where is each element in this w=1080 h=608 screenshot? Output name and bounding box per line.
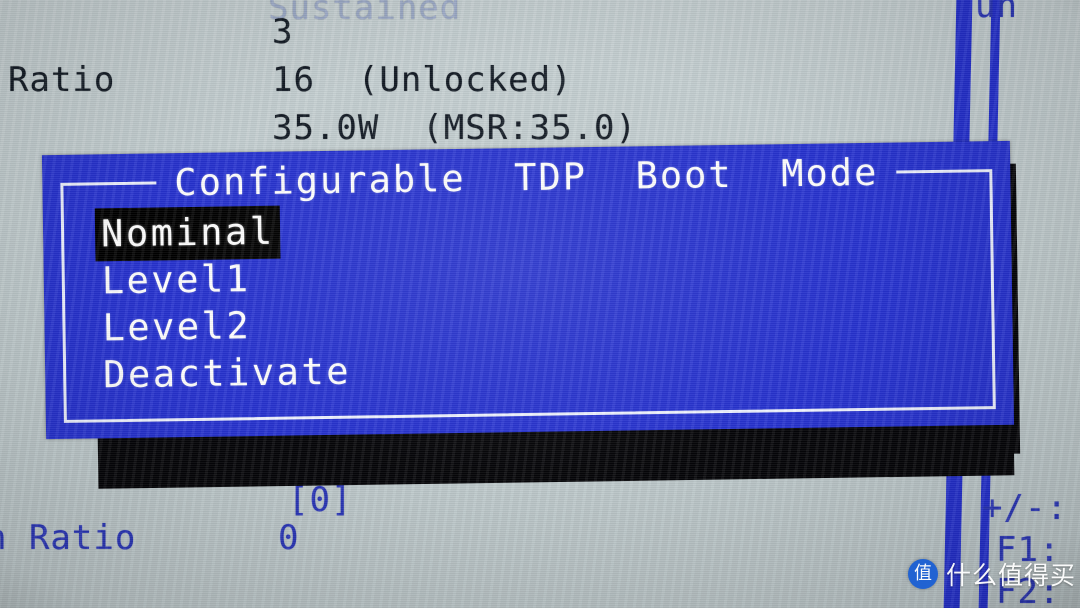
background-cut-heading-right: un [975, 0, 1018, 26]
list-item[interactable]: Level2 [96, 299, 356, 350]
list-item[interactable]: Level1 [95, 252, 355, 303]
smzdm-watermark: 值 什么值得买 [908, 556, 1076, 592]
background-row-cores-value: 3 [272, 12, 294, 52]
background-row-ratio2-label: n Ratio [0, 518, 137, 558]
background-cut-heading: Sustained [268, 0, 462, 28]
background-row-ratio2-value: 0 [278, 518, 300, 558]
bios-screen-photo: Sustained un 3 Ratio 16 (Unlocked) 35.0W… [0, 0, 1080, 608]
list-item[interactable]: Nominal [94, 205, 355, 262]
smzdm-watermark-text: 什么值得买 [946, 561, 1077, 590]
option-deactivate[interactable]: Deactivate [97, 346, 358, 403]
dialog-option-list[interactable]: Nominal Level1 Level2 Deactivate [94, 205, 358, 397]
background-row-ratio-label: Ratio [8, 60, 116, 100]
background-row-tdp-value: 35.0W (MSR:35.0) [272, 108, 637, 148]
help-key-plus-minus: +/-: [982, 488, 1068, 528]
background-row-ratio-value: 16 (Unlocked) [272, 60, 573, 100]
background-row-bracket-value: [0] [288, 480, 353, 520]
list-item[interactable]: Deactivate [97, 346, 357, 397]
smzdm-logo-icon: 值 [908, 559, 938, 589]
configurable-tdp-boot-mode-dialog: Configurable TDP Boot Mode Nominal Level… [41, 140, 1015, 440]
